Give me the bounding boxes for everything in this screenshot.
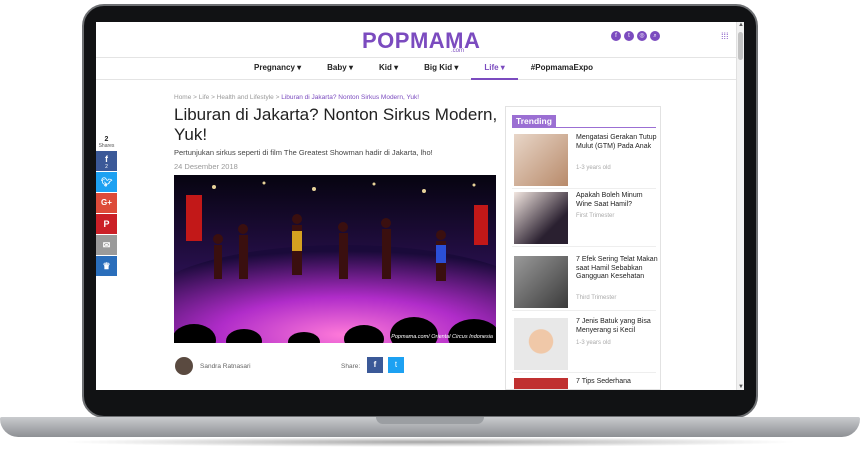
facebook-icon: f <box>373 360 377 369</box>
scroll-down-arrow-icon[interactable]: ▼ <box>737 384 744 390</box>
page-scrollbar[interactable]: ▲ ▼ <box>736 22 744 390</box>
trending-item-title[interactable]: 7 Tips Sederhana <box>576 378 658 387</box>
share-count-label: Shares <box>98 143 115 149</box>
image-caption: Popmama.com/ Oriental Circus Indonesia <box>391 334 493 340</box>
trending-sidebar: Trending Mengatasi Gerakan Tutup Mulut (… <box>505 106 661 390</box>
nav-item-baby[interactable]: Baby ▾ <box>314 58 366 80</box>
trending-item-meta: First Trimester <box>576 213 615 219</box>
instagram-icon[interactable]: ◎ <box>637 31 647 41</box>
trending-thumbnail[interactable] <box>514 192 568 244</box>
facebook-icon[interactable]: f <box>611 31 621 41</box>
trending-item[interactable]: 7 Tips Sederhana <box>512 375 658 389</box>
breadcrumb-separator: > <box>193 94 197 101</box>
nav-item-life[interactable]: Life ▾ <box>471 58 518 80</box>
share-twitter-button[interactable]: 🐦︎ <box>96 172 117 192</box>
twitter-icon: 🐦︎ <box>100 177 113 187</box>
trending-thumbnail[interactable] <box>514 134 568 186</box>
breadcrumb-section[interactable]: Health and Lifestyle <box>217 94 274 101</box>
breadcrumb-current: Liburan di Jakarta? Nonton Sirkus Modern… <box>281 94 420 101</box>
nav-item-big-kid[interactable]: Big Kid ▾ <box>411 58 471 80</box>
article-share-twitter-button[interactable]: t <box>388 357 404 373</box>
trending-item-title[interactable]: Mengatasi Gerakan Tutup Mulut (GTM) Pada… <box>576 134 658 151</box>
share-email-button[interactable]: ✉ <box>96 235 117 255</box>
article-share-facebook-button[interactable]: f <box>367 357 383 373</box>
share-googleplus-button[interactable]: G+ <box>96 193 117 213</box>
share-count: 2 <box>104 136 109 143</box>
trending-item-meta: Third Trimester <box>576 295 617 301</box>
scroll-up-arrow-icon[interactable]: ▲ <box>737 22 744 28</box>
breadcrumb-home[interactable]: Home <box>174 94 191 101</box>
trending-item-meta: 1-3 years old <box>576 340 611 346</box>
search-icon[interactable]: ⌕ <box>650 31 660 41</box>
share-label: Share: <box>341 363 361 370</box>
breadcrumb-separator: > <box>275 94 280 101</box>
email-icon: ✉ <box>102 240 111 250</box>
trending-item-title[interactable]: Apakah Boleh Minum Wine Saat Hamil? <box>576 192 658 209</box>
nav-item-kid[interactable]: Kid ▾ <box>366 58 411 80</box>
breadcrumb: Home > Life > Health and Lifestyle > Lib… <box>174 94 419 101</box>
article-lead: Pertunjukan sirkus seperti di film The G… <box>174 148 433 157</box>
twitter-icon: t <box>394 360 398 369</box>
apps-grid-icon[interactable]: ⁞⁞⁞ <box>721 32 729 41</box>
crown-icon: ♛ <box>102 261 111 271</box>
article-date: 24 Desember 2018 <box>174 162 238 171</box>
nav-item-popmama-expo[interactable]: #PopmamaExpo <box>518 58 606 80</box>
pinterest-icon: P <box>103 219 110 229</box>
nav-item-pregnancy[interactable]: Pregnancy ▾ <box>241 58 314 80</box>
laptop-shadow <box>60 437 800 447</box>
trending-heading: Trending <box>512 115 556 127</box>
share-facebook-button[interactable]: f2 <box>96 151 117 171</box>
laptop-frame: POPMAMA .com f t ◎ ⌕ ⁞⁞⁞ Pregnancy ▾ Bab… <box>0 0 860 475</box>
laptop-notch <box>376 417 484 424</box>
circus-photo <box>174 175 496 343</box>
trending-item[interactable]: 7 Jenis Batuk yang Bisa Menyerang si Kec… <box>512 315 656 373</box>
author-avatar[interactable] <box>175 357 193 375</box>
breadcrumb-separator: > <box>211 94 215 101</box>
browser-screen: POPMAMA .com f t ◎ ⌕ ⁞⁞⁞ Pregnancy ▾ Bab… <box>96 22 744 390</box>
article-title: Liburan di Jakarta? Nonton Sirkus Modern… <box>174 105 498 144</box>
trending-thumbnail[interactable] <box>514 256 568 308</box>
googleplus-icon: G+ <box>101 198 112 207</box>
floating-share-bar: 2 Shares f2 🐦︎ G+ P ✉ ♛ <box>96 136 117 277</box>
article-hero-image: Popmama.com/ Oriental Circus Indonesia <box>174 175 496 343</box>
trending-item[interactable]: Mengatasi Gerakan Tutup Mulut (GTM) Pada… <box>512 131 658 189</box>
site-header: POPMAMA .com f t ◎ ⌕ ⁞⁞⁞ <box>96 22 736 58</box>
trending-thumbnail[interactable] <box>514 318 568 370</box>
main-nav: Pregnancy ▾ Baby ▾ Kid ▾ Big Kid ▾ Life … <box>96 58 736 80</box>
twitter-icon[interactable]: t <box>624 31 634 41</box>
facebook-share-count: 2 <box>105 164 108 170</box>
breadcrumb-life[interactable]: Life <box>199 94 209 101</box>
trending-item-meta: 1-3 years old <box>576 165 611 171</box>
trending-thumbnail[interactable] <box>514 378 568 389</box>
logo-domain: .com <box>451 48 465 54</box>
scroll-thumb[interactable] <box>738 32 743 60</box>
social-links: f t ◎ ⌕ <box>611 31 660 41</box>
share-more-button[interactable]: ♛ <box>96 256 117 276</box>
trending-divider <box>512 127 656 128</box>
author-name[interactable]: Sandra Ratnasari <box>200 363 251 370</box>
trending-item[interactable]: 7 Efek Sering Telat Makan saat Hamil Seb… <box>512 253 658 311</box>
share-pinterest-button[interactable]: P <box>96 214 117 234</box>
trending-item[interactable]: Apakah Boleh Minum Wine Saat Hamil? Firs… <box>512 189 656 247</box>
trending-item-title[interactable]: 7 Jenis Batuk yang Bisa Menyerang si Kec… <box>576 318 658 335</box>
trending-item-title[interactable]: 7 Efek Sering Telat Makan saat Hamil Seb… <box>576 256 658 282</box>
